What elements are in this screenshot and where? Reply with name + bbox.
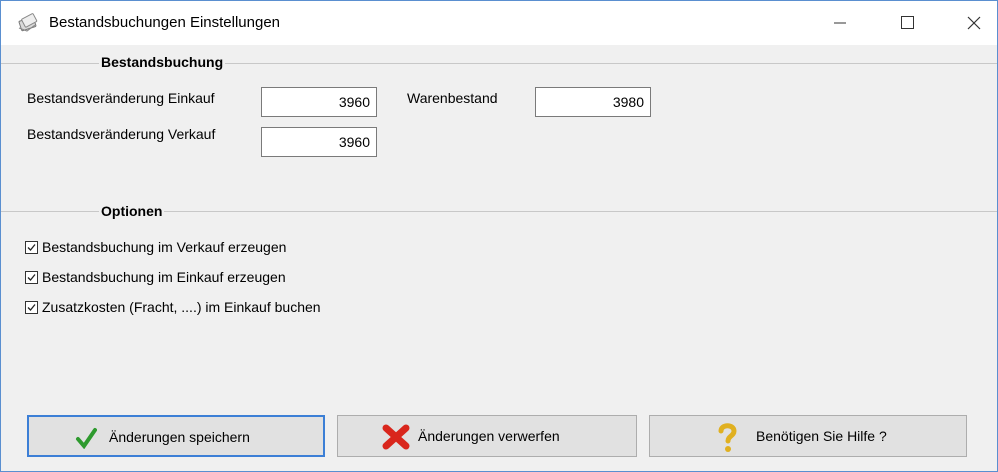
checkmark-icon (75, 427, 97, 452)
option-einkauf-label: Bestandsbuchung im Einkauf erzeugen (42, 269, 286, 285)
save-button-label: Änderungen speichern (109, 429, 250, 445)
title-bar: Bestandsbuchungen Einstellungen (1, 1, 997, 45)
minimize-button[interactable] (817, 1, 863, 45)
verkauf-label: Bestandsveränderung Verkauf (27, 126, 216, 142)
checkmark-icon (27, 273, 36, 281)
option-verkauf-label: Bestandsbuchung im Verkauf erzeugen (42, 239, 287, 255)
warenbestand-label: Warenbestand (407, 90, 498, 106)
option-zusatzkosten-checkbox[interactable] (25, 300, 38, 314)
option-zusatzkosten-row[interactable]: Zusatzkosten (Fracht, ....) im Einkauf b… (25, 299, 321, 315)
checkmark-icon (27, 243, 36, 251)
maximize-icon (901, 16, 914, 29)
minimize-icon (834, 22, 846, 24)
discard-button[interactable]: Änderungen verwerfen (337, 415, 637, 457)
close-icon (967, 16, 981, 30)
help-button-label: Benötigen Sie Hilfe ? (756, 428, 887, 444)
help-question-icon (714, 421, 740, 456)
option-verkauf-checkbox[interactable] (25, 240, 38, 254)
app-icon (17, 13, 39, 33)
einkauf-field[interactable] (261, 87, 377, 117)
group-optionen-title: Optionen (99, 203, 165, 219)
verkauf-field[interactable] (261, 127, 377, 157)
discard-button-label: Änderungen verwerfen (418, 428, 560, 444)
checkmark-icon (27, 303, 36, 311)
save-button[interactable]: Änderungen speichern (27, 415, 325, 457)
option-zusatzkosten-label: Zusatzkosten (Fracht, ....) im Einkauf b… (42, 299, 321, 315)
group-bestandsbuchung-title: Bestandsbuchung (99, 54, 226, 70)
einkauf-label: Bestandsveränderung Einkauf (27, 90, 215, 106)
cross-icon (382, 424, 410, 453)
close-button[interactable] (951, 1, 997, 45)
option-einkauf-checkbox[interactable] (25, 270, 38, 284)
help-button[interactable]: Benötigen Sie Hilfe ? (649, 415, 967, 457)
option-verkauf-row[interactable]: Bestandsbuchung im Verkauf erzeugen (25, 239, 286, 255)
maximize-button[interactable] (885, 1, 931, 45)
option-einkauf-row[interactable]: Bestandsbuchung im Einkauf erzeugen (25, 269, 286, 285)
settings-window: Bestandsbuchungen Einstellungen Bestands… (0, 0, 998, 472)
warenbestand-field[interactable] (535, 87, 651, 117)
window-title: Bestandsbuchungen Einstellungen (49, 14, 281, 31)
